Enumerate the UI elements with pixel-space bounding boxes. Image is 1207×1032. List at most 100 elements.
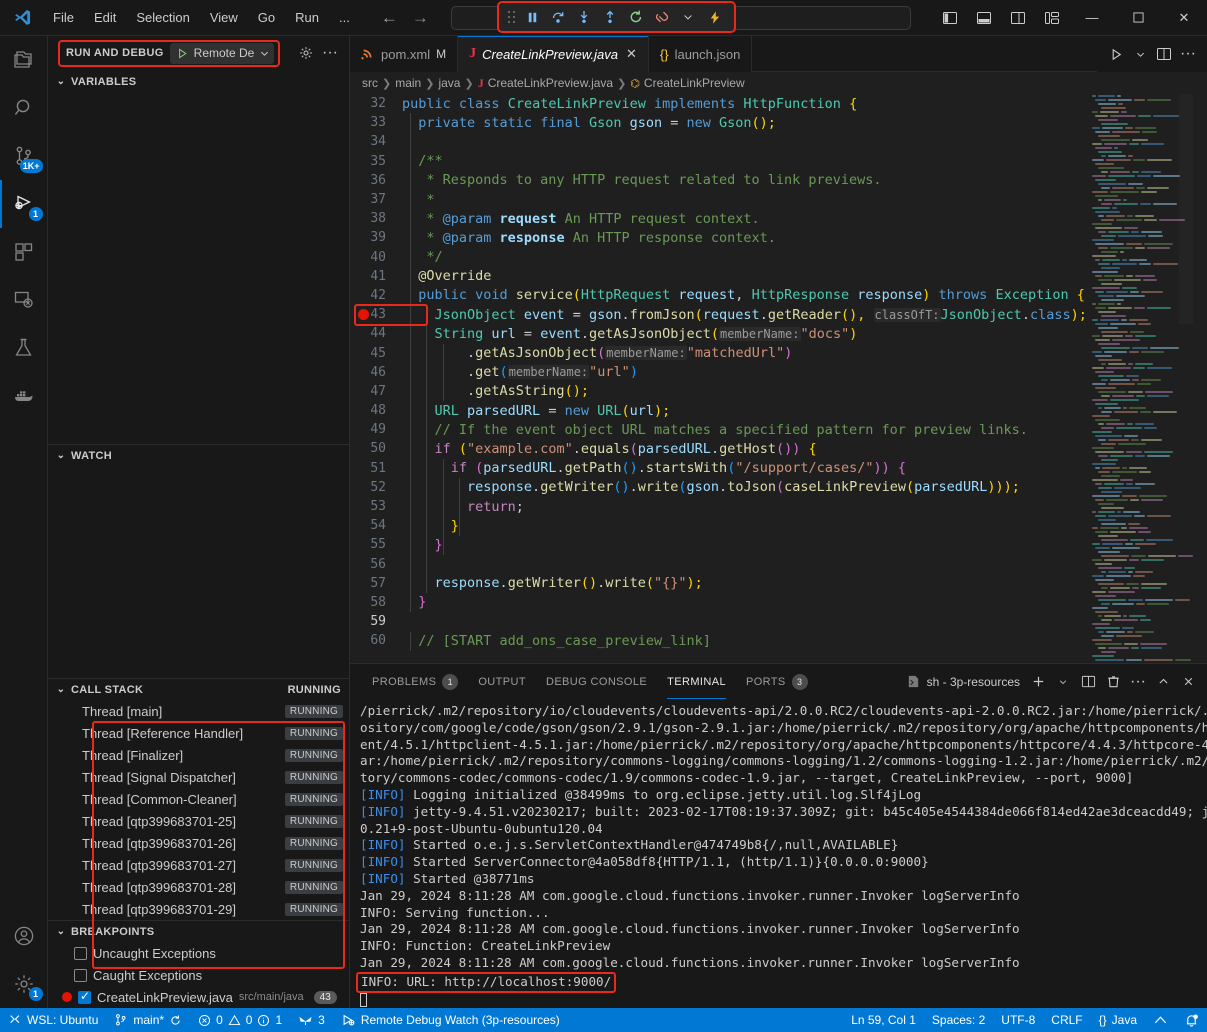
terminal-chevron-down-icon[interactable] (1052, 671, 1074, 693)
toggle-secondary-sidebar-button[interactable] (1001, 1, 1035, 35)
disconnect-button[interactable] (649, 4, 675, 30)
breakpoint-checkbox[interactable] (74, 947, 87, 960)
code-line[interactable]: 48 URL parsedURL = new URL(url); (350, 401, 1207, 420)
section-header-variables[interactable]: ⌄ VARIABLES (48, 71, 349, 93)
code-line[interactable]: 32public class CreateLinkPreview impleme… (350, 94, 1207, 113)
minimap[interactable] (1088, 94, 1193, 663)
section-header-breakpoints[interactable]: ⌄ BREAKPOINTS (48, 920, 349, 942)
code-line[interactable]: 52 response.getWriter().write(gson.toJso… (350, 478, 1207, 497)
callstack-thread-row[interactable]: Thread [Signal Dispatcher]RUNNING (48, 766, 349, 788)
code-line[interactable]: 60 // [START add_ons_case_preview_link] (350, 631, 1207, 650)
breakpoint-row[interactable]: CreateLinkPreview.javasrc/main/java43 (48, 986, 349, 1008)
code-line[interactable]: 51 if (parsedURL.getPath().startsWith("/… (350, 459, 1207, 478)
drag-handle-icon[interactable] (508, 11, 516, 24)
tab-launch-json[interactable]: {} launch.json (649, 36, 752, 72)
code-line[interactable]: 43 JsonObject event = gson.fromJson(requ… (350, 305, 1207, 324)
step-into-button[interactable] (571, 4, 597, 30)
status-eol[interactable]: CRLF (1043, 1008, 1090, 1032)
panel-more-actions-icon[interactable]: ··· (1127, 671, 1149, 693)
callstack-thread-row[interactable]: Thread [qtp399683701-27]RUNNING (48, 854, 349, 876)
panel-tab-debug-console[interactable]: DEBUG CONSOLE (536, 664, 657, 699)
kill-terminal-button[interactable] (1102, 671, 1124, 693)
new-terminal-button[interactable] (1027, 671, 1049, 693)
debug-toolbar[interactable] (497, 1, 736, 33)
tab-pom-xml[interactable]: pom.xml M (350, 36, 458, 72)
code-line[interactable]: 37 * (350, 190, 1207, 209)
menu-view[interactable]: View (201, 7, 247, 28)
status-problems[interactable]: 0 0 1 (190, 1008, 290, 1032)
callstack-thread-row[interactable]: Thread [Common-Cleaner]RUNNING (48, 788, 349, 810)
maximize-button[interactable] (1115, 0, 1161, 35)
run-chevron-down-icon[interactable] (1129, 43, 1151, 65)
code-line[interactable]: 59 (350, 612, 1207, 631)
close-button[interactable]: ✕ (1161, 0, 1207, 35)
activity-item-remote-explorer[interactable] (0, 276, 48, 324)
callstack-thread-row[interactable]: Thread [Reference Handler]RUNNING (48, 722, 349, 744)
terminal-output[interactable]: /pierrick/.m2/repository/io/cloudevents/… (350, 699, 1207, 1008)
customize-layout-button[interactable] (1035, 1, 1069, 35)
code-line[interactable]: 49 // If the event object URL matches a … (350, 420, 1207, 439)
code-line[interactable]: 53 return; (350, 497, 1207, 516)
section-header-watch[interactable]: ⌄ WATCH (48, 444, 349, 466)
code-line[interactable]: 34 (350, 132, 1207, 151)
status-notifications[interactable] (1176, 1008, 1207, 1032)
breadcrumb-item[interactable]: java (438, 76, 460, 90)
activity-item-docker[interactable] (0, 372, 48, 420)
activity-item-run-and-debug[interactable]: 1 (0, 180, 48, 228)
toggle-primary-sidebar-button[interactable] (933, 1, 967, 35)
breakpoint-row[interactable]: Uncaught Exceptions (48, 942, 349, 964)
code-line[interactable]: 56 (350, 555, 1207, 574)
callstack-thread-row[interactable]: Thread [qtp399683701-28]RUNNING (48, 876, 349, 898)
minimize-button[interactable]: — (1069, 0, 1115, 35)
close-icon[interactable]: ✕ (626, 46, 637, 62)
status-indentation[interactable]: Spaces: 2 (924, 1008, 993, 1032)
code-line[interactable]: 50 if ("example.com".equals(parsedURL.ge… (350, 439, 1207, 458)
launch-config-select[interactable]: Remote De (170, 43, 275, 64)
code-line[interactable]: 47 .getAsString(); (350, 382, 1207, 401)
go-back-icon[interactable]: ← (381, 9, 398, 26)
tab-createlinkpreview-java[interactable]: J CreateLinkPreview.java ✕ (458, 36, 649, 72)
breadcrumb-item[interactable]: main (395, 76, 421, 90)
callstack-thread-row[interactable]: Thread [qtp399683701-29]RUNNING (48, 898, 349, 920)
activity-item-testing[interactable] (0, 324, 48, 372)
callstack-thread-row[interactable]: Thread [qtp399683701-25]RUNNING (48, 810, 349, 832)
status-branch[interactable]: main* (106, 1008, 190, 1032)
status-language-mode[interactable]: {} Java (1091, 1008, 1145, 1032)
editor-scrollbar[interactable] (1193, 94, 1207, 663)
section-header-callstack[interactable]: ⌄ CALL STACK Running (48, 678, 349, 700)
code-line[interactable]: 42 public void service(HttpRequest reque… (350, 286, 1207, 305)
toggle-panel-button[interactable] (967, 1, 1001, 35)
run-and-debug-control-group[interactable]: RUN AND DEBUG Remote De (58, 40, 280, 67)
menu-file[interactable]: File (44, 7, 83, 28)
code-line[interactable]: 36 * Responds to any HTTP request relate… (350, 171, 1207, 190)
more-actions-icon[interactable]: ··· (1177, 43, 1199, 65)
status-debug-session[interactable]: Remote Debug Watch (3p-resources) (333, 1008, 568, 1032)
code-line[interactable]: 41 @Override (350, 267, 1207, 286)
close-panel-button[interactable] (1177, 671, 1199, 693)
code-line[interactable]: 57 response.getWriter().write("{}"); (350, 574, 1207, 593)
menu-go[interactable]: Go (249, 7, 284, 28)
code-editor[interactable]: 32public class CreateLinkPreview impleme… (350, 94, 1207, 663)
breakpoint-row[interactable]: Caught Exceptions (48, 964, 349, 986)
breadcrumb-item[interactable]: src (362, 76, 378, 90)
breakpoint-checkbox[interactable] (78, 991, 91, 1004)
status-remote-host[interactable]: WSL: Ubuntu (0, 1008, 106, 1032)
callstack-thread-row[interactable]: Thread [qtp399683701-26]RUNNING (48, 832, 349, 854)
activity-item-settings[interactable]: 1 (0, 960, 48, 1008)
code-line[interactable]: 44 String url = event.getAsJsonObject(me… (350, 324, 1207, 343)
status-ports[interactable]: 3 (290, 1008, 333, 1032)
activity-item-search[interactable] (0, 84, 48, 132)
activity-item-explorer[interactable] (0, 36, 48, 84)
menu-edit[interactable]: Edit (85, 7, 125, 28)
menu-run[interactable]: Run (286, 7, 328, 28)
hot-reload-button[interactable] (701, 4, 727, 30)
breadcrumb[interactable]: src❯main❯java❯JCreateLinkPreview.java❯⌬C… (350, 72, 1207, 94)
panel-tab-problems[interactable]: PROBLEMS 1 (362, 664, 468, 699)
panel-tab-output[interactable]: OUTPUT (468, 664, 536, 699)
more-actions-icon[interactable]: ··· (319, 42, 341, 64)
minimap-slider[interactable] (1179, 94, 1193, 324)
code-line[interactable]: 45 .getAsJsonObject(memberName:"matchedU… (350, 343, 1207, 362)
breakpoint-checkbox[interactable] (74, 969, 87, 982)
code-line[interactable]: 46 .get(memberName:"url") (350, 363, 1207, 382)
code-line[interactable]: 38 * @param request An HTTP request cont… (350, 209, 1207, 228)
